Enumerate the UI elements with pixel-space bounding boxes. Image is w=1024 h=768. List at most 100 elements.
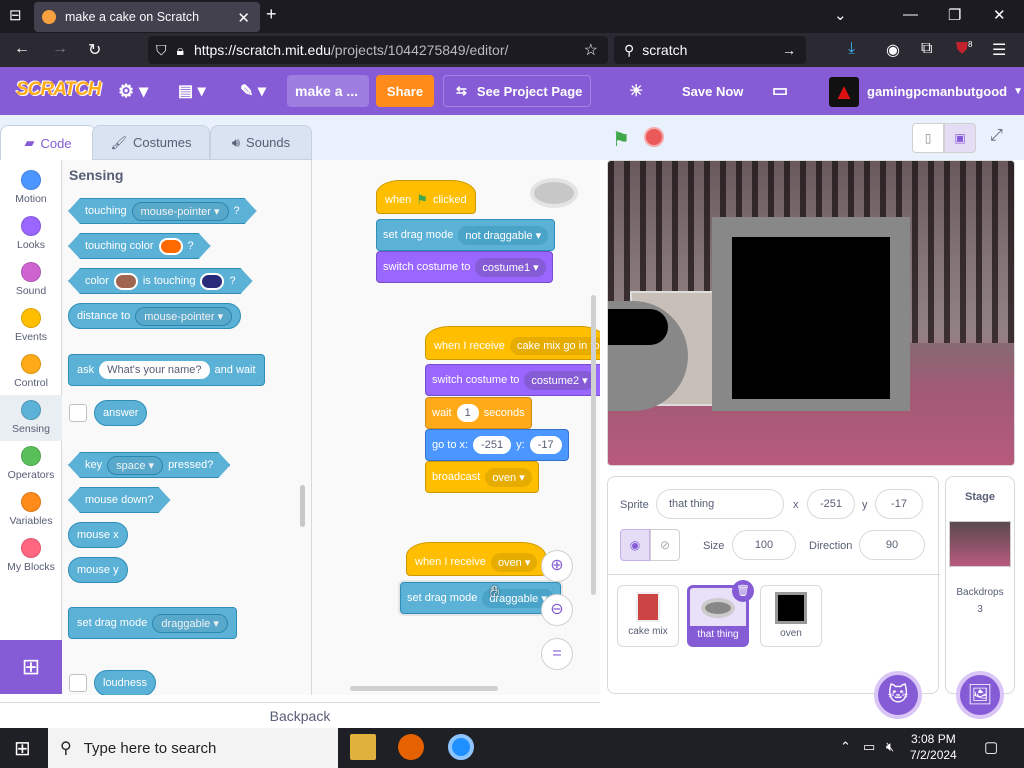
block-touching-color[interactable]: touching color ? — [68, 233, 211, 259]
block-mouse-x[interactable]: mouse x — [68, 522, 128, 548]
fullscreen-icon[interactable]: ⤢ — [990, 127, 1003, 145]
add-backdrop-button[interactable]: 🖼︎ — [956, 671, 1004, 719]
script-vertical-scrollbar[interactable] — [591, 295, 596, 595]
normal-stage-icon[interactable]: ▣ — [944, 123, 976, 153]
oven-sprite[interactable] — [712, 217, 910, 411]
shield-icon[interactable]: ⛉ — [156, 42, 167, 59]
block-switch-costume[interactable]: switch costume to costume2 ▾ — [425, 364, 600, 396]
drag-mode-dropdown[interactable]: draggable ▾ — [152, 613, 228, 633]
block-color-is-touching[interactable]: color is touching ? — [68, 268, 253, 294]
block-when-i-receive[interactable]: when I receive cake mix go in to — [425, 326, 600, 360]
browser-tab[interactable]: make a cake on Scratch ✕ — [34, 2, 260, 32]
y-input[interactable]: -17 — [875, 489, 923, 519]
block-loudness[interactable]: loudness — [94, 670, 157, 695]
sprite-name-input[interactable]: that thing — [656, 489, 784, 519]
sprite-tile-that-thing[interactable]: that thing 🗑︎ — [687, 580, 754, 647]
block-wait-seconds[interactable]: wait 1 seconds — [425, 397, 532, 429]
lock-icon[interactable]: 🔒︎ — [177, 42, 184, 59]
block-key-pressed[interactable]: key space ▾ pressed? — [68, 452, 230, 478]
block-broadcast[interactable]: broadcast oven ▾ — [425, 461, 539, 493]
block-ask-and-wait[interactable]: ask What's your name? and wait — [68, 354, 265, 386]
edit-pencil-icon[interactable]: ✎ ▾ — [240, 67, 266, 115]
color-swatch[interactable] — [159, 238, 183, 255]
see-project-page-button[interactable]: ⇆ See Project Page — [443, 75, 591, 107]
forward-icon[interactable]: → — [52, 40, 68, 58]
block-set-drag-mode[interactable]: set drag mode draggable ▾ — [68, 607, 237, 639]
reload-icon[interactable]: ↻ — [88, 40, 101, 60]
share-button[interactable]: Share — [376, 75, 434, 107]
add-sprite-button[interactable]: 🐱︎ — [874, 671, 922, 719]
sprite-tile-cake-mix[interactable]: cake mix — [617, 585, 679, 647]
color-swatch[interactable] — [114, 273, 138, 290]
wait-seconds-input[interactable]: 1 — [456, 404, 479, 422]
broadcast-dropdown[interactable]: oven ▾ — [485, 467, 532, 487]
key-dropdown[interactable]: space ▾ — [107, 456, 163, 475]
chevron-down-icon[interactable]: ⌄ — [834, 6, 847, 24]
clock[interactable]: 3:08 PM 7/2/2024 — [910, 731, 957, 763]
costume-dropdown[interactable]: costume1 ▾ — [475, 257, 546, 277]
extensions-icon[interactable]: ⧉ — [921, 40, 932, 58]
x-input[interactable]: -251 — [473, 436, 512, 454]
ask-input[interactable]: What's your name? — [99, 361, 210, 379]
block-set-drag-mode[interactable]: set drag mode not draggable ▾ — [376, 219, 556, 251]
block-go-to-xy[interactable]: go to x: -251 y: -17 — [425, 429, 569, 461]
color-swatch[interactable] — [200, 273, 224, 290]
message-dropdown[interactable]: cake mix go in to — [509, 337, 600, 355]
project-title-input[interactable]: make a ... — [287, 75, 369, 107]
stop-icon[interactable] — [644, 127, 664, 147]
account-icon[interactable]: ◉ — [886, 40, 900, 60]
zoom-reset-button[interactable]: = — [541, 638, 573, 670]
search-bar[interactable]: ⚲ scratch → — [614, 36, 806, 64]
stage-canvas[interactable] — [607, 160, 1015, 466]
hide-sprite-icon[interactable]: ⊘ — [650, 529, 680, 561]
scratch-logo[interactable]: SCRATCH — [16, 79, 101, 101]
show-sprite-icon[interactable]: ◉ — [620, 529, 650, 561]
download-icon[interactable]: ⤓ — [848, 40, 855, 58]
zoom-out-button[interactable]: ⊖ — [541, 594, 573, 626]
block-mouse-y[interactable]: mouse y — [68, 557, 128, 583]
file-explorer-icon[interactable] — [350, 734, 376, 760]
taskbar-search-input[interactable]: ⚲ Type here to search — [48, 728, 338, 768]
my-stuff-folder-icon[interactable]: ▭ — [772, 67, 788, 115]
file-menu-icon[interactable]: ▤ ▾ — [178, 67, 206, 115]
direction-input[interactable]: 90 — [859, 530, 925, 560]
small-stage-icon[interactable]: ▯ — [912, 123, 944, 153]
new-tab-icon[interactable]: + — [266, 4, 277, 25]
category-sensing[interactable]: Sensing — [0, 395, 62, 441]
tab-list-icon[interactable]: ⊟ — [9, 6, 22, 24]
bookmark-star-icon[interactable]: ☆ — [584, 40, 598, 60]
zoom-in-button[interactable]: ⊕ — [541, 550, 573, 582]
app-icon[interactable] — [448, 734, 474, 760]
username[interactable]: gamingpcmanbutgood ▼ — [867, 67, 1023, 115]
lightbulb-icon[interactable]: ☀ — [629, 67, 643, 115]
block-answer[interactable]: answer — [94, 400, 148, 426]
add-extension-button[interactable]: ⊞ — [0, 640, 62, 694]
block-switch-costume[interactable]: switch costume to costume1 ▾ — [376, 251, 553, 283]
tab-sounds[interactable]: 🔊︎ Sounds — [210, 125, 312, 160]
block-touching[interactable]: touching mouse-pointer ▾ ? — [68, 198, 257, 224]
menu-icon[interactable]: ☰ — [992, 40, 1006, 60]
url-bar[interactable]: ⛉ 🔒︎ https://scratch. mit.edu/projects/10… — [148, 36, 608, 64]
category-looks[interactable]: Looks — [0, 211, 62, 257]
distance-dropdown[interactable]: mouse-pointer ▾ — [135, 306, 233, 326]
ublock-icon[interactable]: ⛊8 — [956, 40, 972, 58]
palette-scrollbar[interactable] — [300, 485, 305, 527]
firefox-icon[interactable] — [398, 734, 424, 760]
category-control[interactable]: Control — [0, 349, 62, 395]
block-when-flag-clicked[interactable]: when ⚑ clicked — [376, 180, 476, 214]
block-mouse-down[interactable]: mouse down? — [68, 487, 171, 513]
green-flag-icon[interactable]: ⚑ — [612, 127, 630, 152]
category-operators[interactable]: Operators — [0, 441, 62, 487]
category-motion[interactable]: Motion — [0, 165, 62, 211]
network-icon[interactable]: ▭ — [863, 739, 875, 755]
block-when-i-receive[interactable]: when I receive oven ▾ — [406, 542, 547, 576]
size-input[interactable]: 100 — [732, 530, 796, 560]
avatar[interactable]: ▲ — [829, 77, 859, 107]
category-events[interactable]: Events — [0, 303, 62, 349]
tab-code[interactable]: ▰ Code — [0, 125, 96, 160]
block-distance-to[interactable]: distance to mouse-pointer ▾ — [68, 303, 242, 329]
windows-start-icon[interactable]: ⊞ — [14, 736, 31, 761]
minimize-icon[interactable]: — — [903, 6, 918, 23]
go-arrow-icon[interactable]: → — [782, 42, 796, 58]
message-dropdown[interactable]: oven ▾ — [490, 552, 538, 572]
